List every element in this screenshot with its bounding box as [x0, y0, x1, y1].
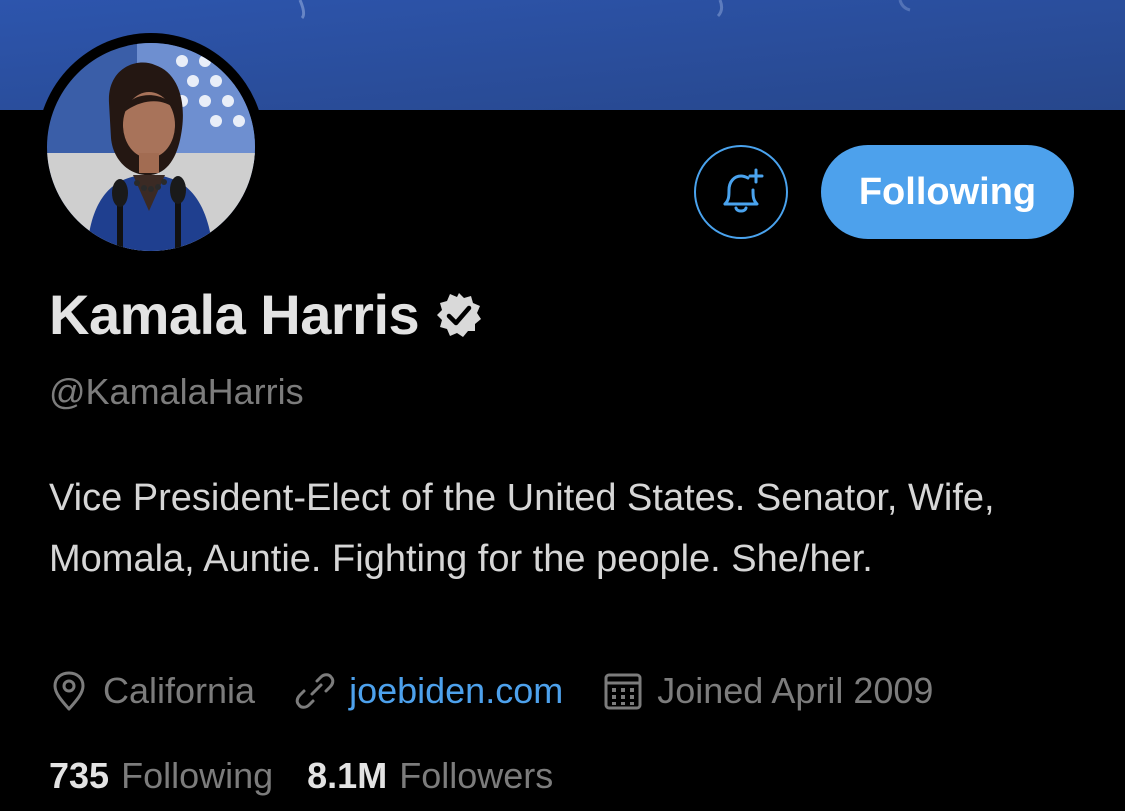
bio: Vice President-Elect of the United State… — [49, 477, 995, 580]
verified-badge-icon — [435, 291, 483, 339]
handle: @KamalaHarris — [49, 371, 304, 412]
following-button-label: Following — [858, 170, 1037, 213]
location-text: California — [103, 670, 256, 711]
profile-photo — [47, 43, 255, 251]
following-label: Following — [121, 755, 274, 796]
location-item: California — [49, 670, 255, 712]
following-count: 735 — [49, 755, 110, 796]
calendar-icon — [604, 673, 642, 710]
link-icon — [295, 673, 335, 709]
name-row: Kamala Harris — [49, 282, 483, 347]
followers-count: 8.1M — [307, 755, 388, 796]
joined-text: Joined April 2009 — [657, 670, 934, 711]
notifications-button[interactable] — [694, 145, 788, 239]
profile-meta: California joebiden.com Joined April 200… — [49, 670, 933, 712]
joined-item: Joined April 2009 — [603, 670, 933, 712]
location-pin-icon — [53, 671, 85, 711]
follow-stats: 735 Following 8.1M Followers — [49, 755, 553, 797]
avatar[interactable] — [47, 43, 255, 251]
following-stat[interactable]: 735 Following — [49, 755, 273, 797]
followers-label: Followers — [399, 755, 554, 796]
followers-stat[interactable]: 8.1M Followers — [307, 755, 553, 797]
website-item[interactable]: joebiden.com — [295, 670, 563, 712]
website-link[interactable]: joebiden.com — [349, 670, 563, 712]
bell-plus-icon — [723, 168, 764, 213]
display-name: Kamala Harris — [49, 283, 420, 346]
following-button[interactable]: Following — [821, 145, 1074, 239]
